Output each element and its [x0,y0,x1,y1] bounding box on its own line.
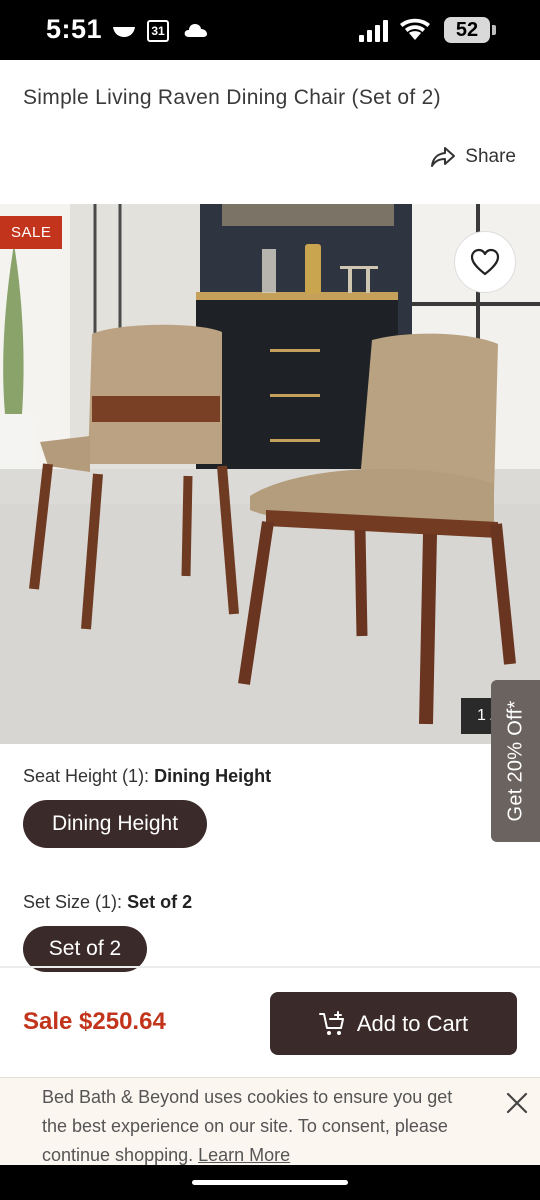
status-bar: 5:51 31 52 [0,0,540,60]
promo-tab-label: Get 20% Off* [504,700,526,822]
share-label: Share [465,146,516,167]
add-to-cart-button[interactable]: Add to Cart [270,992,517,1055]
cookie-banner: Bed Bath & Beyond uses cookies to ensure… [0,1077,540,1165]
calendar-icon: 31 [147,20,169,42]
seat-height-selected: Dining Height [154,766,272,786]
product-title: Simple Living Raven Dining Chair (Set of… [23,86,441,109]
seat-height-label: Seat Height (1): Dining Height [23,766,271,787]
battery-icon: 52 [444,17,490,43]
sale-badge: SALE [0,216,63,249]
favorite-button[interactable] [454,231,516,293]
signal-icon [359,20,388,42]
product-image [0,204,540,744]
share-icon [431,147,456,167]
get-20-off-tab[interactable]: Get 20% Off* [491,680,540,842]
share-button[interactable]: Share [430,146,516,168]
status-time: 5:51 [46,14,103,44]
close-icon[interactable] [504,1090,530,1116]
sale-price: Sale $250.64 [23,1008,166,1035]
seat-height-label-text: Seat Height (1): [23,766,150,786]
set-size-option-label: Set of 2 [48,937,122,960]
set-size-selected: Set of 2 [127,892,193,912]
set-size-label-text: Set Size (1): [23,892,123,912]
seat-height-option-label: Dining Height [51,812,179,835]
cloud-icon [184,24,207,37]
seat-height-option-dining[interactable]: Dining Height [23,800,207,848]
cart-plus-icon [318,1010,344,1035]
battery-level: 52 [455,19,479,41]
home-indicator[interactable] [192,1180,348,1185]
bowl-icon [113,27,135,37]
system-nav-bar [0,1165,540,1200]
learn-more-link[interactable]: Learn More [198,1145,290,1165]
add-to-cart-label: Add to Cart [356,1010,469,1036]
calendar-day: 31 [151,24,165,38]
battery-nub [492,25,496,35]
product-image-gallery[interactable]: SALE 1 / [0,204,540,744]
cookie-text-wrap: Bed Bath & Beyond uses cookies to ensure… [42,1083,482,1170]
wifi-icon [400,18,430,40]
purchase-bar-divider [0,966,540,968]
heart-icon [470,248,500,276]
set-size-label: Set Size (1): Set of 2 [23,892,192,913]
